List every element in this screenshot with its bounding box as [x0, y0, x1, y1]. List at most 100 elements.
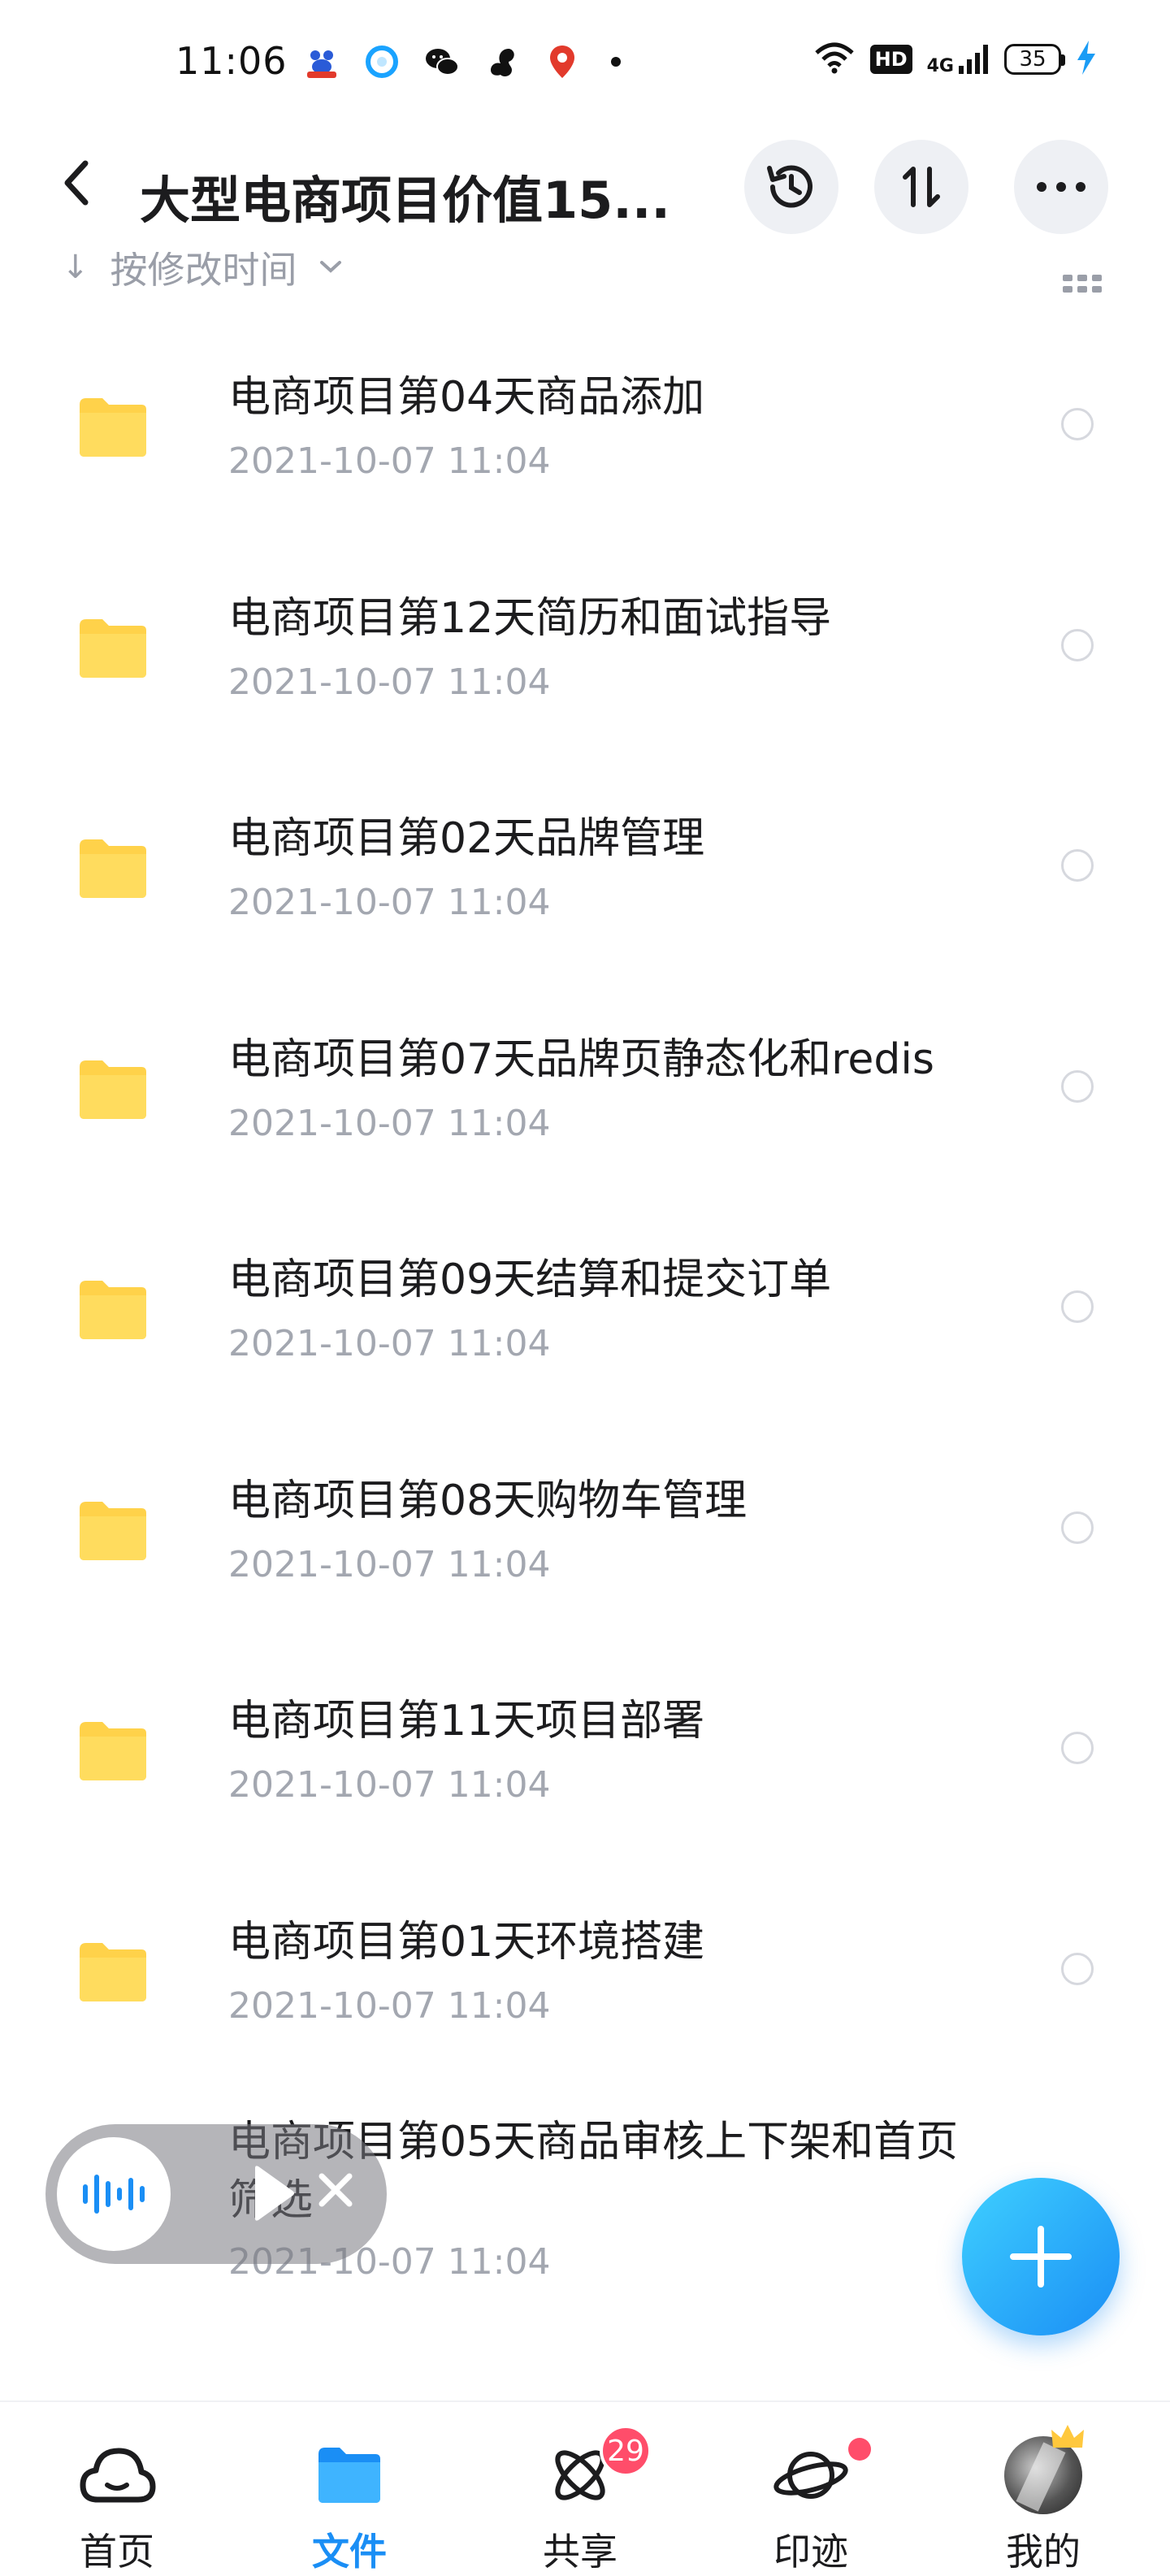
sort-order-button[interactable]	[874, 140, 968, 234]
select-checkbox[interactable]	[1061, 1290, 1094, 1323]
file-name: 电商项目第11天项目部署	[228, 1697, 705, 1746]
history-icon	[767, 165, 812, 208]
sort-direction-icon: ↓	[62, 252, 89, 286]
grid-view-toggle-icon[interactable]	[1063, 275, 1102, 293]
battery-indicator: 35	[1004, 44, 1065, 75]
file-name: 电商项目第07天品牌页静态化和redis	[228, 1034, 934, 1084]
notification-icons	[302, 42, 621, 81]
chevron-down-icon	[319, 261, 341, 273]
file-date: 2021-10-07 11:04	[228, 1984, 551, 2027]
share-count-badge: 29	[600, 2425, 652, 2477]
folder-icon	[309, 2435, 390, 2516]
nav-traces-label: 印迹	[774, 2530, 848, 2574]
sound-wave-icon	[83, 2175, 145, 2214]
new-activity-dot	[848, 2438, 871, 2461]
file-list-item[interactable]: 电商项目第08天购物车管理 2021-10-07 11:04	[0, 1419, 1170, 1640]
hd-badge: HD	[869, 45, 912, 74]
status-time: 11:06	[176, 39, 288, 83]
file-list: 电商项目第04天商品添加 2021-10-07 11:04 电商项目第12天简历…	[0, 315, 1170, 2301]
folder-icon	[80, 618, 146, 678]
file-list-item[interactable]: 电商项目第02天品牌管理 2021-10-07 11:04	[0, 757, 1170, 978]
file-date: 2021-10-07 11:04	[228, 1323, 551, 1364]
select-checkbox[interactable]	[1061, 408, 1094, 440]
browser-app-icon	[362, 42, 401, 81]
back-button[interactable]	[49, 154, 106, 211]
file-date: 2021-10-07 11:04	[228, 1764, 551, 1806]
plus-icon	[1010, 2226, 1072, 2288]
cloud-icon	[76, 2435, 158, 2516]
file-name: 电商项目第04天商品添加	[228, 373, 705, 422]
floating-audio-player[interactable]	[46, 2124, 387, 2264]
status-bar: 11:06 HD 4G 35	[0, 0, 1170, 122]
select-checkbox[interactable]	[1061, 849, 1094, 882]
cellular-signal-icon: 4G	[927, 43, 990, 76]
history-button[interactable]	[744, 140, 838, 234]
file-name: 电商项目第01天环境搭建	[228, 1917, 705, 1967]
sort-label: 按修改时间	[110, 252, 297, 292]
file-list-item[interactable]: 电商项目第07天品牌页静态化和redis 2021-10-07 11:04	[0, 978, 1170, 1199]
back-arrow-icon	[64, 160, 89, 206]
nav-files[interactable]: 文件	[268, 2402, 431, 2576]
file-name: 电商项目第09天结算和提交订单	[228, 1255, 832, 1304]
file-list-item[interactable]: 电商项目第01天环境搭建 2021-10-07 11:04	[0, 1860, 1170, 2081]
file-list-item[interactable]: 电商项目第09天结算和提交订单 2021-10-07 11:04	[0, 1198, 1170, 1419]
location-app-icon	[543, 42, 582, 81]
squirrel-app-icon	[483, 42, 522, 81]
folder-icon	[80, 1942, 146, 2001]
file-date: 2021-10-07 11:04	[228, 882, 551, 923]
folder-icon	[80, 1722, 146, 1780]
nav-files-label: 文件	[312, 2530, 387, 2574]
close-player-button[interactable]	[315, 2160, 356, 2225]
file-list-item[interactable]: 电商项目第12天简历和面试指导 2021-10-07 11:04	[0, 536, 1170, 757]
sort-row: ↓ 按修改时间	[0, 252, 1170, 301]
folder-icon	[80, 1060, 146, 1119]
wifi-icon	[813, 41, 856, 77]
play-icon	[255, 2166, 294, 2221]
folder-icon	[80, 839, 146, 898]
bottom-navigation: 首页 文件 29 共享 印迹 我的	[0, 2400, 1170, 2576]
select-checkbox[interactable]	[1061, 1732, 1094, 1764]
select-checkbox[interactable]	[1061, 1511, 1094, 1544]
nav-share[interactable]: 29 共享	[499, 2402, 661, 2576]
nav-profile[interactable]: 我的	[962, 2402, 1124, 2576]
play-button[interactable]	[249, 2163, 297, 2227]
file-name: 电商项目第02天品牌管理	[228, 814, 705, 863]
add-fab-button[interactable]	[962, 2178, 1120, 2335]
more-options-button[interactable]	[1014, 140, 1108, 234]
sort-by-dropdown[interactable]: ↓ 按修改时间	[62, 252, 343, 294]
audio-wave-button[interactable]	[57, 2137, 171, 2251]
select-checkbox[interactable]	[1061, 1069, 1094, 1103]
planet-icon	[770, 2435, 852, 2516]
select-checkbox[interactable]	[1061, 628, 1094, 661]
nav-profile-label: 我的	[1006, 2530, 1081, 2574]
folder-icon	[80, 1501, 146, 1560]
select-checkbox[interactable]	[1061, 1952, 1094, 1985]
system-indicators: HD 4G 35	[813, 41, 1097, 78]
sort-arrows-icon	[903, 167, 940, 207]
baidu-app-icon	[302, 42, 341, 81]
file-date: 2021-10-07 11:04	[228, 661, 551, 703]
nav-home-label: 首页	[80, 2530, 154, 2574]
battery-level: 35	[1019, 47, 1046, 72]
more-dots-icon	[1037, 182, 1086, 192]
file-name: 电商项目第08天购物车管理	[228, 1476, 748, 1525]
file-list-item[interactable]: 电商项目第11天项目部署 2021-10-07 11:04	[0, 1639, 1170, 1860]
file-date: 2021-10-07 11:04	[228, 440, 551, 482]
app-bar: 大型电商项目价值15...	[0, 130, 1170, 252]
close-icon	[318, 2173, 353, 2207]
network-type: 4G	[926, 56, 954, 76]
file-list-item[interactable]: 电商项目第04天商品添加 2021-10-07 11:04	[0, 315, 1170, 536]
folder-icon	[80, 1281, 146, 1339]
more-notifications-dot	[611, 57, 621, 67]
charging-icon	[1076, 41, 1097, 78]
file-date: 2021-10-07 11:04	[228, 1102, 551, 1144]
page-title: 大型电商项目价值15...	[140, 171, 670, 230]
folder-icon	[80, 398, 146, 457]
file-name: 电商项目第12天简历和面试指导	[228, 593, 832, 643]
nav-home[interactable]: 首页	[36, 2402, 198, 2576]
nav-share-label: 共享	[543, 2530, 618, 2574]
nav-traces[interactable]: 印迹	[730, 2402, 892, 2576]
crown-icon	[1051, 2425, 1084, 2448]
file-date: 2021-10-07 11:04	[228, 1543, 551, 1585]
wechat-icon	[422, 42, 462, 81]
